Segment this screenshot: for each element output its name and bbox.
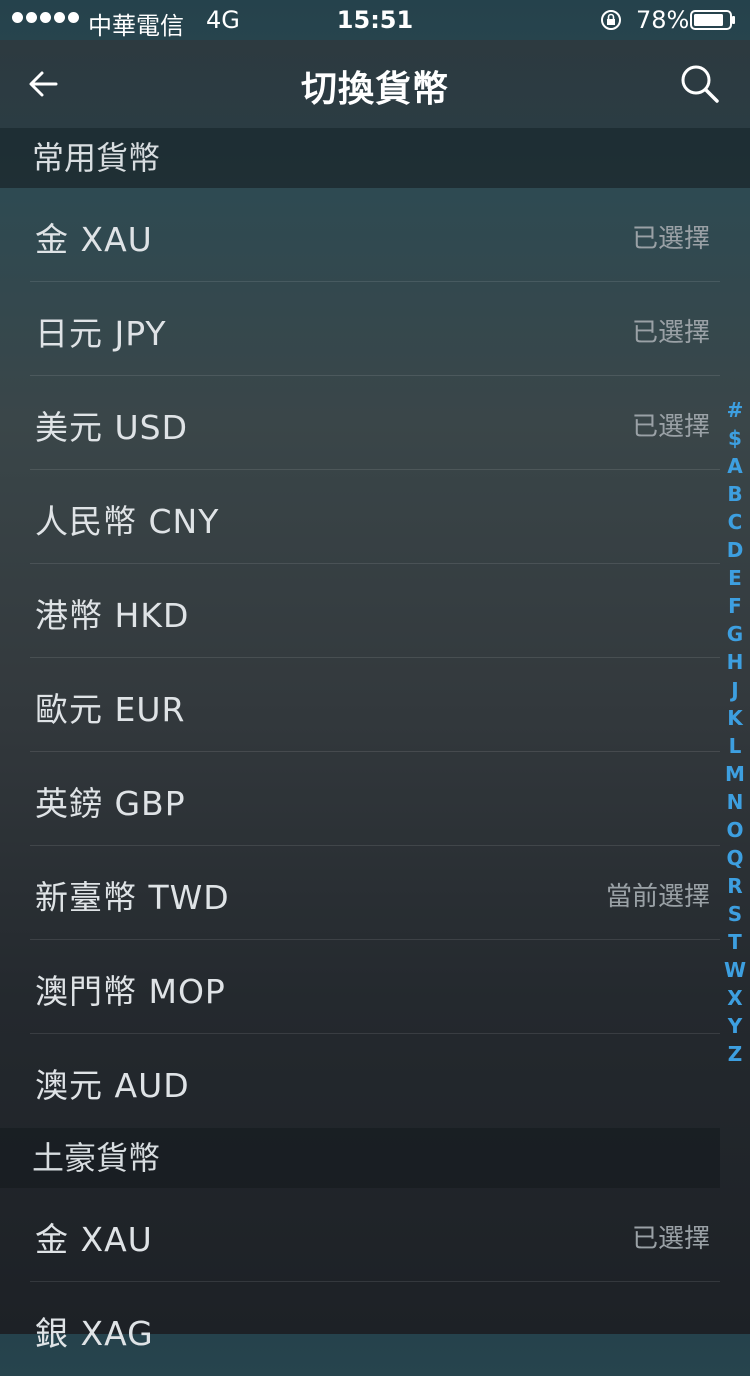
index-letter[interactable]: A: [727, 452, 742, 480]
currency-row[interactable]: 美元 USD 已選擇: [30, 376, 720, 470]
page-title: 切換貨幣: [300, 69, 449, 110]
index-letter[interactable]: O: [726, 816, 743, 844]
index-letter[interactable]: G: [727, 620, 743, 648]
index-letter[interactable]: N: [727, 788, 744, 816]
currency-name: 美元 USD: [35, 408, 189, 447]
index-letter[interactable]: J: [731, 676, 738, 704]
index-letter[interactable]: D: [727, 536, 744, 564]
status-bar: 中華電信 4G 15:51 78%: [0, 0, 750, 40]
currency-row[interactable]: 金 XAU 已選擇: [30, 188, 720, 282]
currency-name: 金 XAU: [35, 1220, 153, 1259]
selection-status: 已選擇: [631, 318, 710, 348]
currency-row[interactable]: 英鎊 GBP: [30, 752, 720, 846]
currency-name: 銀 XAG: [35, 1314, 154, 1353]
currency-name: 日元 JPY: [35, 314, 167, 353]
index-letter[interactable]: C: [728, 508, 743, 536]
currency-name: 金 XAU: [35, 220, 153, 259]
index-letter[interactable]: $: [728, 424, 742, 452]
selection-status: 已選擇: [631, 224, 710, 254]
currency-name: 港幣 HKD: [35, 596, 190, 635]
index-letter[interactable]: #: [727, 396, 744, 424]
alphabet-index-bar[interactable]: # $ A B C D E F G H J K L M N O Q R S T …: [722, 396, 748, 1068]
index-letter[interactable]: H: [727, 648, 744, 676]
index-letter[interactable]: B: [727, 480, 742, 508]
index-letter[interactable]: W: [724, 956, 746, 984]
section-header-luxury: 土豪貨幣: [0, 1128, 720, 1188]
navigation-bar: 切換貨幣: [0, 40, 750, 128]
index-letter[interactable]: M: [725, 760, 745, 788]
index-letter[interactable]: L: [729, 732, 742, 760]
currency-row[interactable]: 澳門幣 MOP: [30, 940, 720, 1034]
index-letter[interactable]: Y: [728, 1012, 742, 1040]
index-letter[interactable]: R: [727, 872, 742, 900]
index-letter[interactable]: F: [728, 592, 742, 620]
selection-status: 已選擇: [631, 412, 710, 442]
search-icon[interactable]: [676, 60, 724, 108]
rotation-lock-icon: [601, 10, 621, 30]
index-letter[interactable]: T: [728, 928, 742, 956]
currency-name: 澳元 AUD: [35, 1066, 190, 1105]
index-letter[interactable]: K: [727, 704, 743, 732]
currency-row[interactable]: 新臺幣 TWD 當前選擇: [30, 846, 720, 940]
currency-row[interactable]: 金 XAU 已選擇: [30, 1188, 720, 1282]
currency-row[interactable]: 港幣 HKD: [30, 564, 720, 658]
index-letter[interactable]: S: [728, 900, 742, 928]
selection-status: 當前選擇: [605, 882, 710, 912]
currency-name: 英鎊 GBP: [35, 784, 186, 823]
section-header-common: 常用貨幣: [0, 128, 750, 188]
currency-name: 人民幣 CNY: [35, 502, 220, 541]
currency-name: 新臺幣 TWD: [35, 878, 230, 917]
currency-row[interactable]: 歐元 EUR: [30, 658, 720, 752]
index-letter[interactable]: Q: [726, 844, 743, 872]
selection-status: 已選擇: [631, 1224, 710, 1254]
index-letter[interactable]: E: [728, 564, 742, 592]
currency-row[interactable]: 日元 JPY 已選擇: [30, 282, 720, 376]
currency-row[interactable]: 澳元 AUD: [30, 1034, 720, 1128]
currency-row[interactable]: 人民幣 CNY: [30, 470, 720, 564]
currency-name: 歐元 EUR: [35, 690, 186, 729]
currency-name: 澳門幣 MOP: [35, 972, 226, 1011]
index-letter[interactable]: Z: [728, 1040, 743, 1068]
battery-icon: [690, 10, 735, 30]
currency-row[interactable]: 銀 XAG: [30, 1282, 720, 1376]
battery-percentage: 78%: [636, 6, 690, 34]
index-letter[interactable]: X: [727, 984, 742, 1012]
